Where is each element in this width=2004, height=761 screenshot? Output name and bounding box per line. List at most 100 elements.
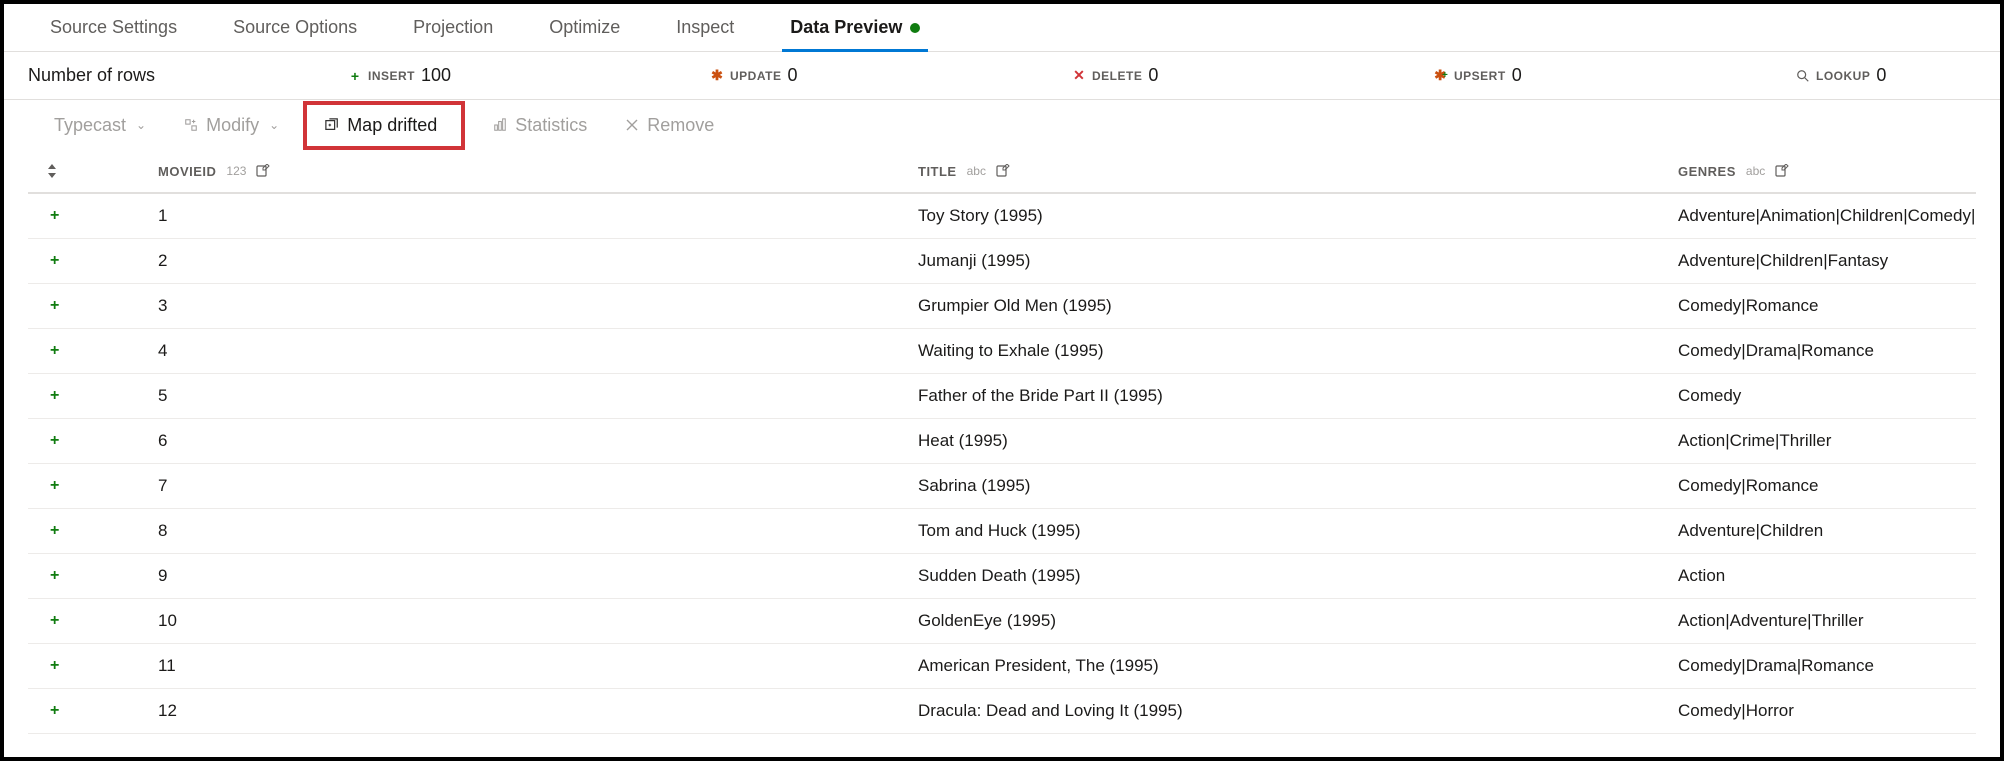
cell-genres: Adventure|Animation|Children|Comedy|Fa	[1678, 206, 1976, 226]
cell-title: Toy Story (1995)	[918, 206, 1678, 226]
button-label: Typecast	[54, 115, 126, 136]
tab-projection[interactable]: Projection	[385, 4, 521, 51]
table-row[interactable]: +5Father of the Bride Part II (1995)Come…	[28, 374, 1976, 419]
stat-name: UPSERT	[1454, 69, 1506, 83]
chevron-down-icon: ⌄	[136, 118, 146, 132]
stat-update: ✱ UPDATE 0	[710, 65, 797, 86]
cell-genres: Comedy	[1678, 386, 1976, 406]
sort-column[interactable]	[28, 164, 158, 178]
cell-movieid: 4	[158, 341, 918, 361]
cell-genres: Action|Adventure|Thriller	[1678, 611, 1976, 631]
table-row[interactable]: +3Grumpier Old Men (1995)Comedy|Romance	[28, 284, 1976, 329]
stat-value: 0	[1512, 65, 1522, 86]
cell-movieid: 2	[158, 251, 918, 271]
stats-row: Number of rows + INSERT 100 ✱ UPDATE 0 ✕…	[4, 52, 2000, 100]
column-header-title[interactable]: TITLE abc	[918, 164, 1678, 179]
cell-title: Sudden Death (1995)	[918, 566, 1678, 586]
column-header-movieid[interactable]: MOVIEID 123	[158, 164, 918, 179]
column-action-icon[interactable]	[256, 164, 270, 178]
row-insert-icon: +	[28, 522, 158, 540]
modify-button[interactable]: Modify ⌄	[174, 109, 289, 142]
tab-source-options[interactable]: Source Options	[205, 4, 385, 51]
button-label: Map drifted	[347, 115, 437, 136]
stat-name: DELETE	[1092, 69, 1142, 83]
highlight-annotation: Map drifted	[303, 101, 465, 150]
upsert-icon: ✱+	[1434, 69, 1448, 83]
cell-movieid: 7	[158, 476, 918, 496]
cell-genres: Comedy|Romance	[1678, 476, 1976, 496]
chart-icon	[493, 118, 507, 132]
column-action-icon[interactable]	[996, 164, 1010, 178]
data-table: MOVIEID 123 TITLE abc GENRES abc	[4, 150, 2000, 757]
button-label: Modify	[206, 115, 259, 136]
table-row[interactable]: +1Toy Story (1995)Adventure|Animation|Ch…	[28, 194, 1976, 239]
row-insert-icon: +	[28, 342, 158, 360]
table-row[interactable]: +12Dracula: Dead and Loving It (1995)Com…	[28, 689, 1976, 734]
table-row[interactable]: +2Jumanji (1995)Adventure|Children|Fanta…	[28, 239, 1976, 284]
stat-insert: + INSERT 100	[348, 65, 451, 86]
column-header-genres[interactable]: GENRES abc	[1678, 164, 1976, 179]
cell-title: Dracula: Dead and Loving It (1995)	[918, 701, 1678, 721]
chevron-down-icon: ⌄	[269, 118, 279, 132]
table-row[interactable]: +6Heat (1995)Action|Crime|Thriller	[28, 419, 1976, 464]
table-row[interactable]: +7Sabrina (1995)Comedy|Romance	[28, 464, 1976, 509]
stat-value: 0	[1148, 65, 1158, 86]
column-name: TITLE	[918, 164, 957, 179]
row-insert-icon: +	[28, 657, 158, 675]
cell-genres: Adventure|Children|Fantasy	[1678, 251, 1976, 271]
tab-inspect[interactable]: Inspect	[648, 4, 762, 51]
stat-value: 100	[421, 65, 451, 86]
plus-icon: +	[348, 69, 362, 83]
status-dot-icon	[910, 23, 920, 33]
cell-movieid: 8	[158, 521, 918, 541]
cell-title: GoldenEye (1995)	[918, 611, 1678, 631]
table-row[interactable]: +8Tom and Huck (1995)Adventure|Children	[28, 509, 1976, 554]
table-row[interactable]: +10GoldenEye (1995)Action|Adventure|Thri…	[28, 599, 1976, 644]
column-name: GENRES	[1678, 164, 1736, 179]
column-action-icon[interactable]	[1775, 164, 1789, 178]
tab-optimize[interactable]: Optimize	[521, 4, 648, 51]
stat-value: 0	[1876, 65, 1886, 86]
cell-title: Waiting to Exhale (1995)	[918, 341, 1678, 361]
map-drifted-button[interactable]: Map drifted	[315, 109, 447, 142]
column-type: 123	[226, 164, 246, 178]
cell-genres: Action	[1678, 566, 1976, 586]
stat-upsert: ✱+ UPSERT 0	[1434, 65, 1522, 86]
table-row[interactable]: +9Sudden Death (1995)Action	[28, 554, 1976, 599]
table-body: +1Toy Story (1995)Adventure|Animation|Ch…	[28, 194, 1976, 734]
cell-genres: Adventure|Children	[1678, 521, 1976, 541]
table-row[interactable]: +11American President, The (1995)Comedy|…	[28, 644, 1976, 689]
button-label: Statistics	[515, 115, 587, 136]
cell-genres: Comedy|Drama|Romance	[1678, 656, 1976, 676]
stat-name: INSERT	[368, 69, 415, 83]
remove-button[interactable]: Remove	[615, 109, 724, 142]
stat-lookup: LOOKUP 0	[1796, 65, 1886, 86]
table-row[interactable]: +4Waiting to Exhale (1995)Comedy|Drama|R…	[28, 329, 1976, 374]
cell-title: Sabrina (1995)	[918, 476, 1678, 496]
map-icon	[325, 118, 339, 132]
column-type: abc	[1746, 164, 1765, 178]
sort-icon	[46, 164, 58, 178]
cell-movieid: 1	[158, 206, 918, 226]
cell-movieid: 5	[158, 386, 918, 406]
row-insert-icon: +	[28, 387, 158, 405]
stat-name: UPDATE	[730, 69, 781, 83]
tab-label: Optimize	[549, 17, 620, 38]
cell-title: Tom and Huck (1995)	[918, 521, 1678, 541]
star-icon: ✱	[710, 69, 724, 83]
cell-genres: Comedy|Drama|Romance	[1678, 341, 1976, 361]
tab-data-preview[interactable]: Data Preview	[762, 4, 948, 51]
tab-source-settings[interactable]: Source Settings	[22, 4, 205, 51]
typecast-button[interactable]: Typecast ⌄	[44, 109, 156, 142]
row-insert-icon: +	[28, 252, 158, 270]
statistics-button[interactable]: Statistics	[483, 109, 597, 142]
tab-label: Projection	[413, 17, 493, 38]
row-insert-icon: +	[28, 297, 158, 315]
cell-movieid: 10	[158, 611, 918, 631]
tab-label: Source Options	[233, 17, 357, 38]
cell-movieid: 6	[158, 431, 918, 451]
cell-genres: Comedy|Romance	[1678, 296, 1976, 316]
row-insert-icon: +	[28, 702, 158, 720]
tab-label: Data Preview	[790, 17, 902, 38]
cell-genres: Action|Crime|Thriller	[1678, 431, 1976, 451]
